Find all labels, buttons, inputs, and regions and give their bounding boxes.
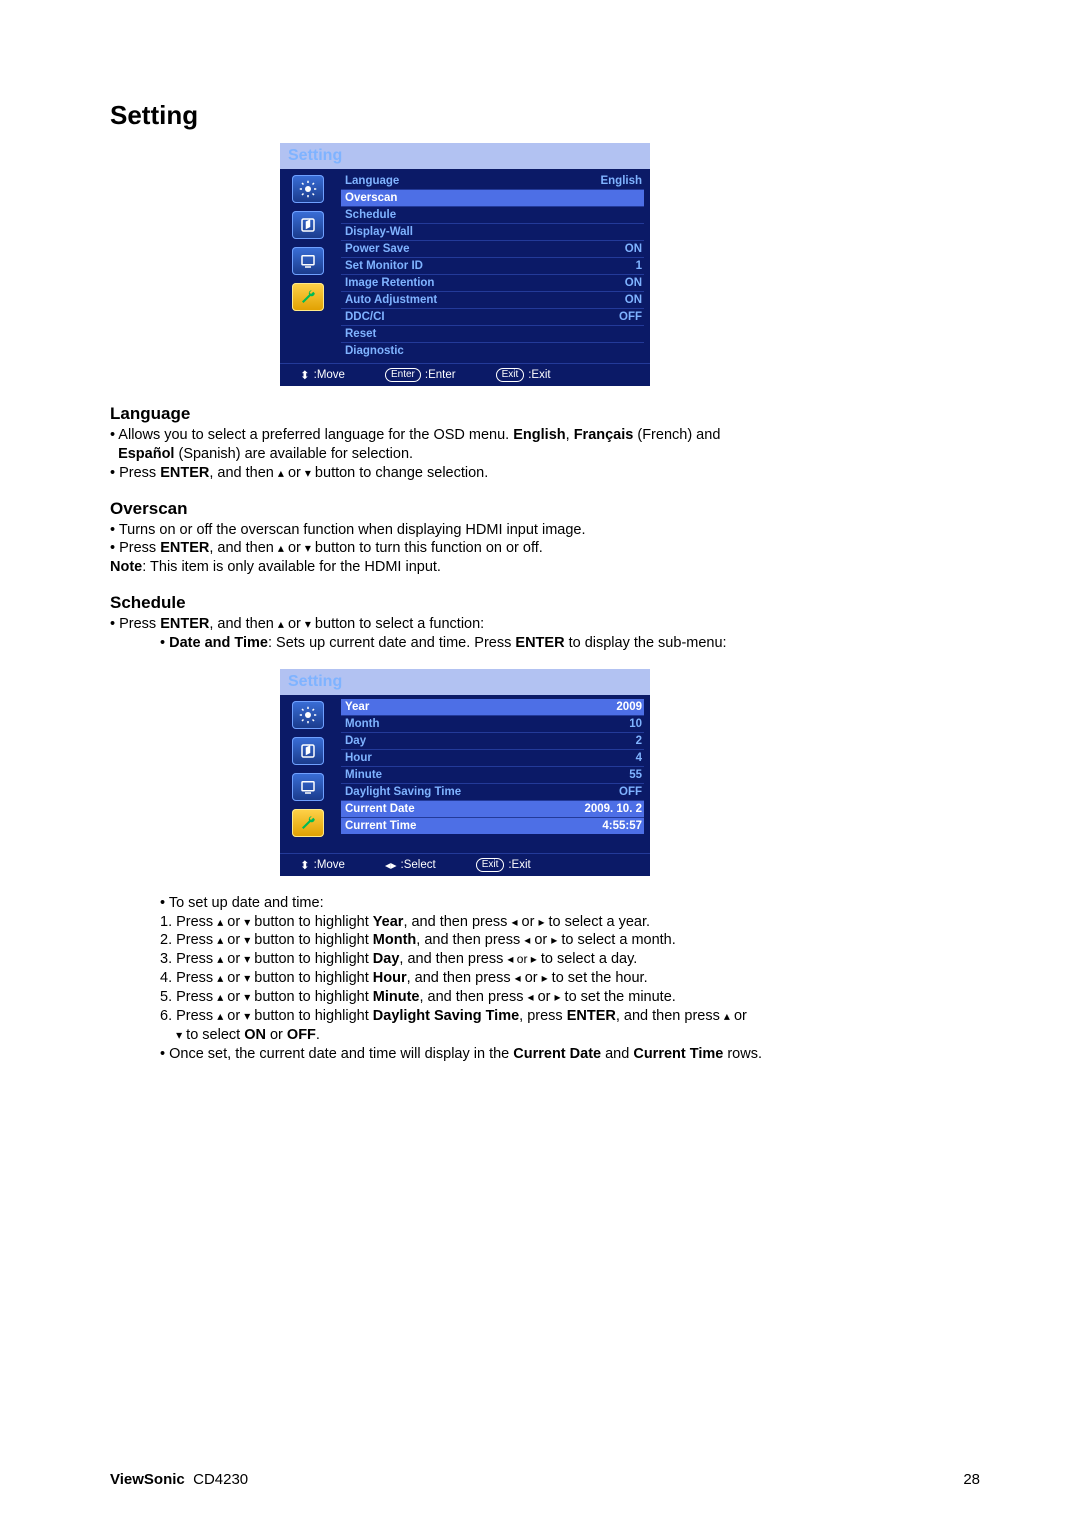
brightness-icon <box>292 701 324 729</box>
osd-row-label: Schedule <box>345 209 396 221</box>
step-5: 5. Press ▴ or ▾ button to highlight Minu… <box>160 988 980 1007</box>
osd-setting-screenshot: Setting Language English Overscan Schedule D… <box>280 143 650 386</box>
osd-footer-exit: Exit :Exit <box>496 368 551 382</box>
step-4: 4. Press ▴ or ▾ button to highlight Hour… <box>160 969 980 988</box>
osd-row-label: Daylight Saving Time <box>345 786 461 798</box>
language-desc: • Allows you to select a preferred langu… <box>110 426 980 464</box>
osd-row-value: English <box>600 175 642 187</box>
steps-intro: • To set up date and time: <box>160 894 980 913</box>
osd-row: Language English <box>341 173 644 189</box>
osd-footer-enter: Enter :Enter <box>385 368 456 382</box>
heading-language: Language <box>110 404 980 424</box>
osd-row-value: OFF <box>619 786 642 798</box>
osd-row-value: OFF <box>619 311 642 323</box>
osd-footer-move: ⬍ :Move <box>300 858 345 872</box>
step-1: 1. Press ▴ or ▾ button to highlight Year… <box>160 913 980 932</box>
osd-row-value: 4:55:57 <box>602 820 642 832</box>
osd-footer-exit: Exit :Exit <box>476 858 531 872</box>
osd-row-value: 10 <box>629 718 642 730</box>
osd-row-value: 2009. 10. 2 <box>584 803 642 815</box>
overscan-desc: • Turns on or off the overscan function … <box>110 521 980 540</box>
osd-row-label: DDC/CI <box>345 311 385 323</box>
brightness-icon <box>292 175 324 203</box>
osd-row-label: Current Time <box>345 820 416 832</box>
osd-row: Current Date 2009. 10. 2 <box>341 800 644 817</box>
osd-row-label: Reset <box>345 328 376 340</box>
osd-row: Image Retention ON <box>341 274 644 291</box>
osd-row-label: Auto Adjustment <box>345 294 437 306</box>
osd-row-value: 4 <box>636 752 642 764</box>
osd-row-label: Current Date <box>345 803 415 815</box>
overscan-press: • Press ENTER, and then ▴ or ▾ button to… <box>110 539 980 558</box>
osd-row: Schedule <box>341 206 644 223</box>
page-footer: ViewSonic CD4230 28 <box>110 1471 980 1488</box>
osd-row-value: ON <box>625 243 642 255</box>
osd-title: Setting <box>280 669 650 695</box>
audio-icon <box>292 211 324 239</box>
osd-row-label: Set Monitor ID <box>345 260 423 272</box>
schedule-final: • Once set, the current date and time wi… <box>160 1045 980 1064</box>
wrench-icon <box>292 809 324 837</box>
osd-row-value: 2 <box>636 735 642 747</box>
screen-icon <box>292 247 324 275</box>
audio-icon <box>292 737 324 765</box>
osd-row-value: ON <box>625 294 642 306</box>
osd-row: Month 10 <box>341 715 644 732</box>
osd-row: Diagnostic <box>341 342 644 359</box>
osd-row-value: 1 <box>636 260 642 272</box>
osd-row-label: Year <box>345 701 369 713</box>
osd-row: Display-Wall <box>341 223 644 240</box>
osd-row-value: ON <box>625 277 642 289</box>
osd-row: Overscan <box>341 189 644 206</box>
heading-overscan: Overscan <box>110 499 980 519</box>
osd-row-label: Diagnostic <box>345 345 404 357</box>
osd-row: Daylight Saving Time OFF <box>341 783 644 800</box>
heading-schedule: Schedule <box>110 593 980 613</box>
osd-row-value: 55 <box>629 769 642 781</box>
osd-row: DDC/CI OFF <box>341 308 644 325</box>
language-press: • Press ENTER, and then ▴ or ▾ button to… <box>110 464 980 483</box>
step-3: 3. Press ▴ or ▾ button to highlight Day,… <box>160 950 980 969</box>
osd-row: Minute 55 <box>341 766 644 783</box>
osd-row-label: Image Retention <box>345 277 434 289</box>
wrench-icon <box>292 283 324 311</box>
osd-row: Auto Adjustment ON <box>341 291 644 308</box>
step-2: 2. Press ▴ or ▾ button to highlight Mont… <box>160 931 980 950</box>
osd-row: Hour 4 <box>341 749 644 766</box>
osd-row-label: Hour <box>345 752 372 764</box>
osd-row: Power Save ON <box>341 240 644 257</box>
osd-footer-select: ◂▸ :Select <box>385 858 436 872</box>
osd-row-label: Overscan <box>345 192 397 204</box>
osd-footer-move: ⬍ :Move <box>300 368 345 382</box>
schedule-datetime: • Date and Time: Sets up current date an… <box>160 634 980 653</box>
osd-datetime-screenshot: Setting Year 2009 Month 10 Day 2 Hour 4 Minute 55… <box>280 669 650 876</box>
osd-row-label: Power Save <box>345 243 410 255</box>
osd-row-value: 2009 <box>616 701 642 713</box>
page-title: Setting <box>110 100 980 131</box>
osd-row-label: Day <box>345 735 366 747</box>
osd-row-label: Month <box>345 718 379 730</box>
osd-row-label: Language <box>345 175 399 187</box>
osd-row: Set Monitor ID 1 <box>341 257 644 274</box>
osd-row: Current Time 4:55:57 <box>341 817 644 834</box>
overscan-note: Note: This item is only available for th… <box>110 558 980 577</box>
osd-row-label: Display-Wall <box>345 226 413 238</box>
step-6: 6. Press ▴ or ▾ button to highlight Dayl… <box>160 1007 980 1045</box>
osd-row: Reset <box>341 325 644 342</box>
osd-row: Year 2009 <box>341 699 644 715</box>
screen-icon <box>292 773 324 801</box>
schedule-press: • Press ENTER, and then ▴ or ▾ button to… <box>110 615 980 634</box>
osd-title: Setting <box>280 143 650 169</box>
osd-row: Day 2 <box>341 732 644 749</box>
osd-row-label: Minute <box>345 769 382 781</box>
